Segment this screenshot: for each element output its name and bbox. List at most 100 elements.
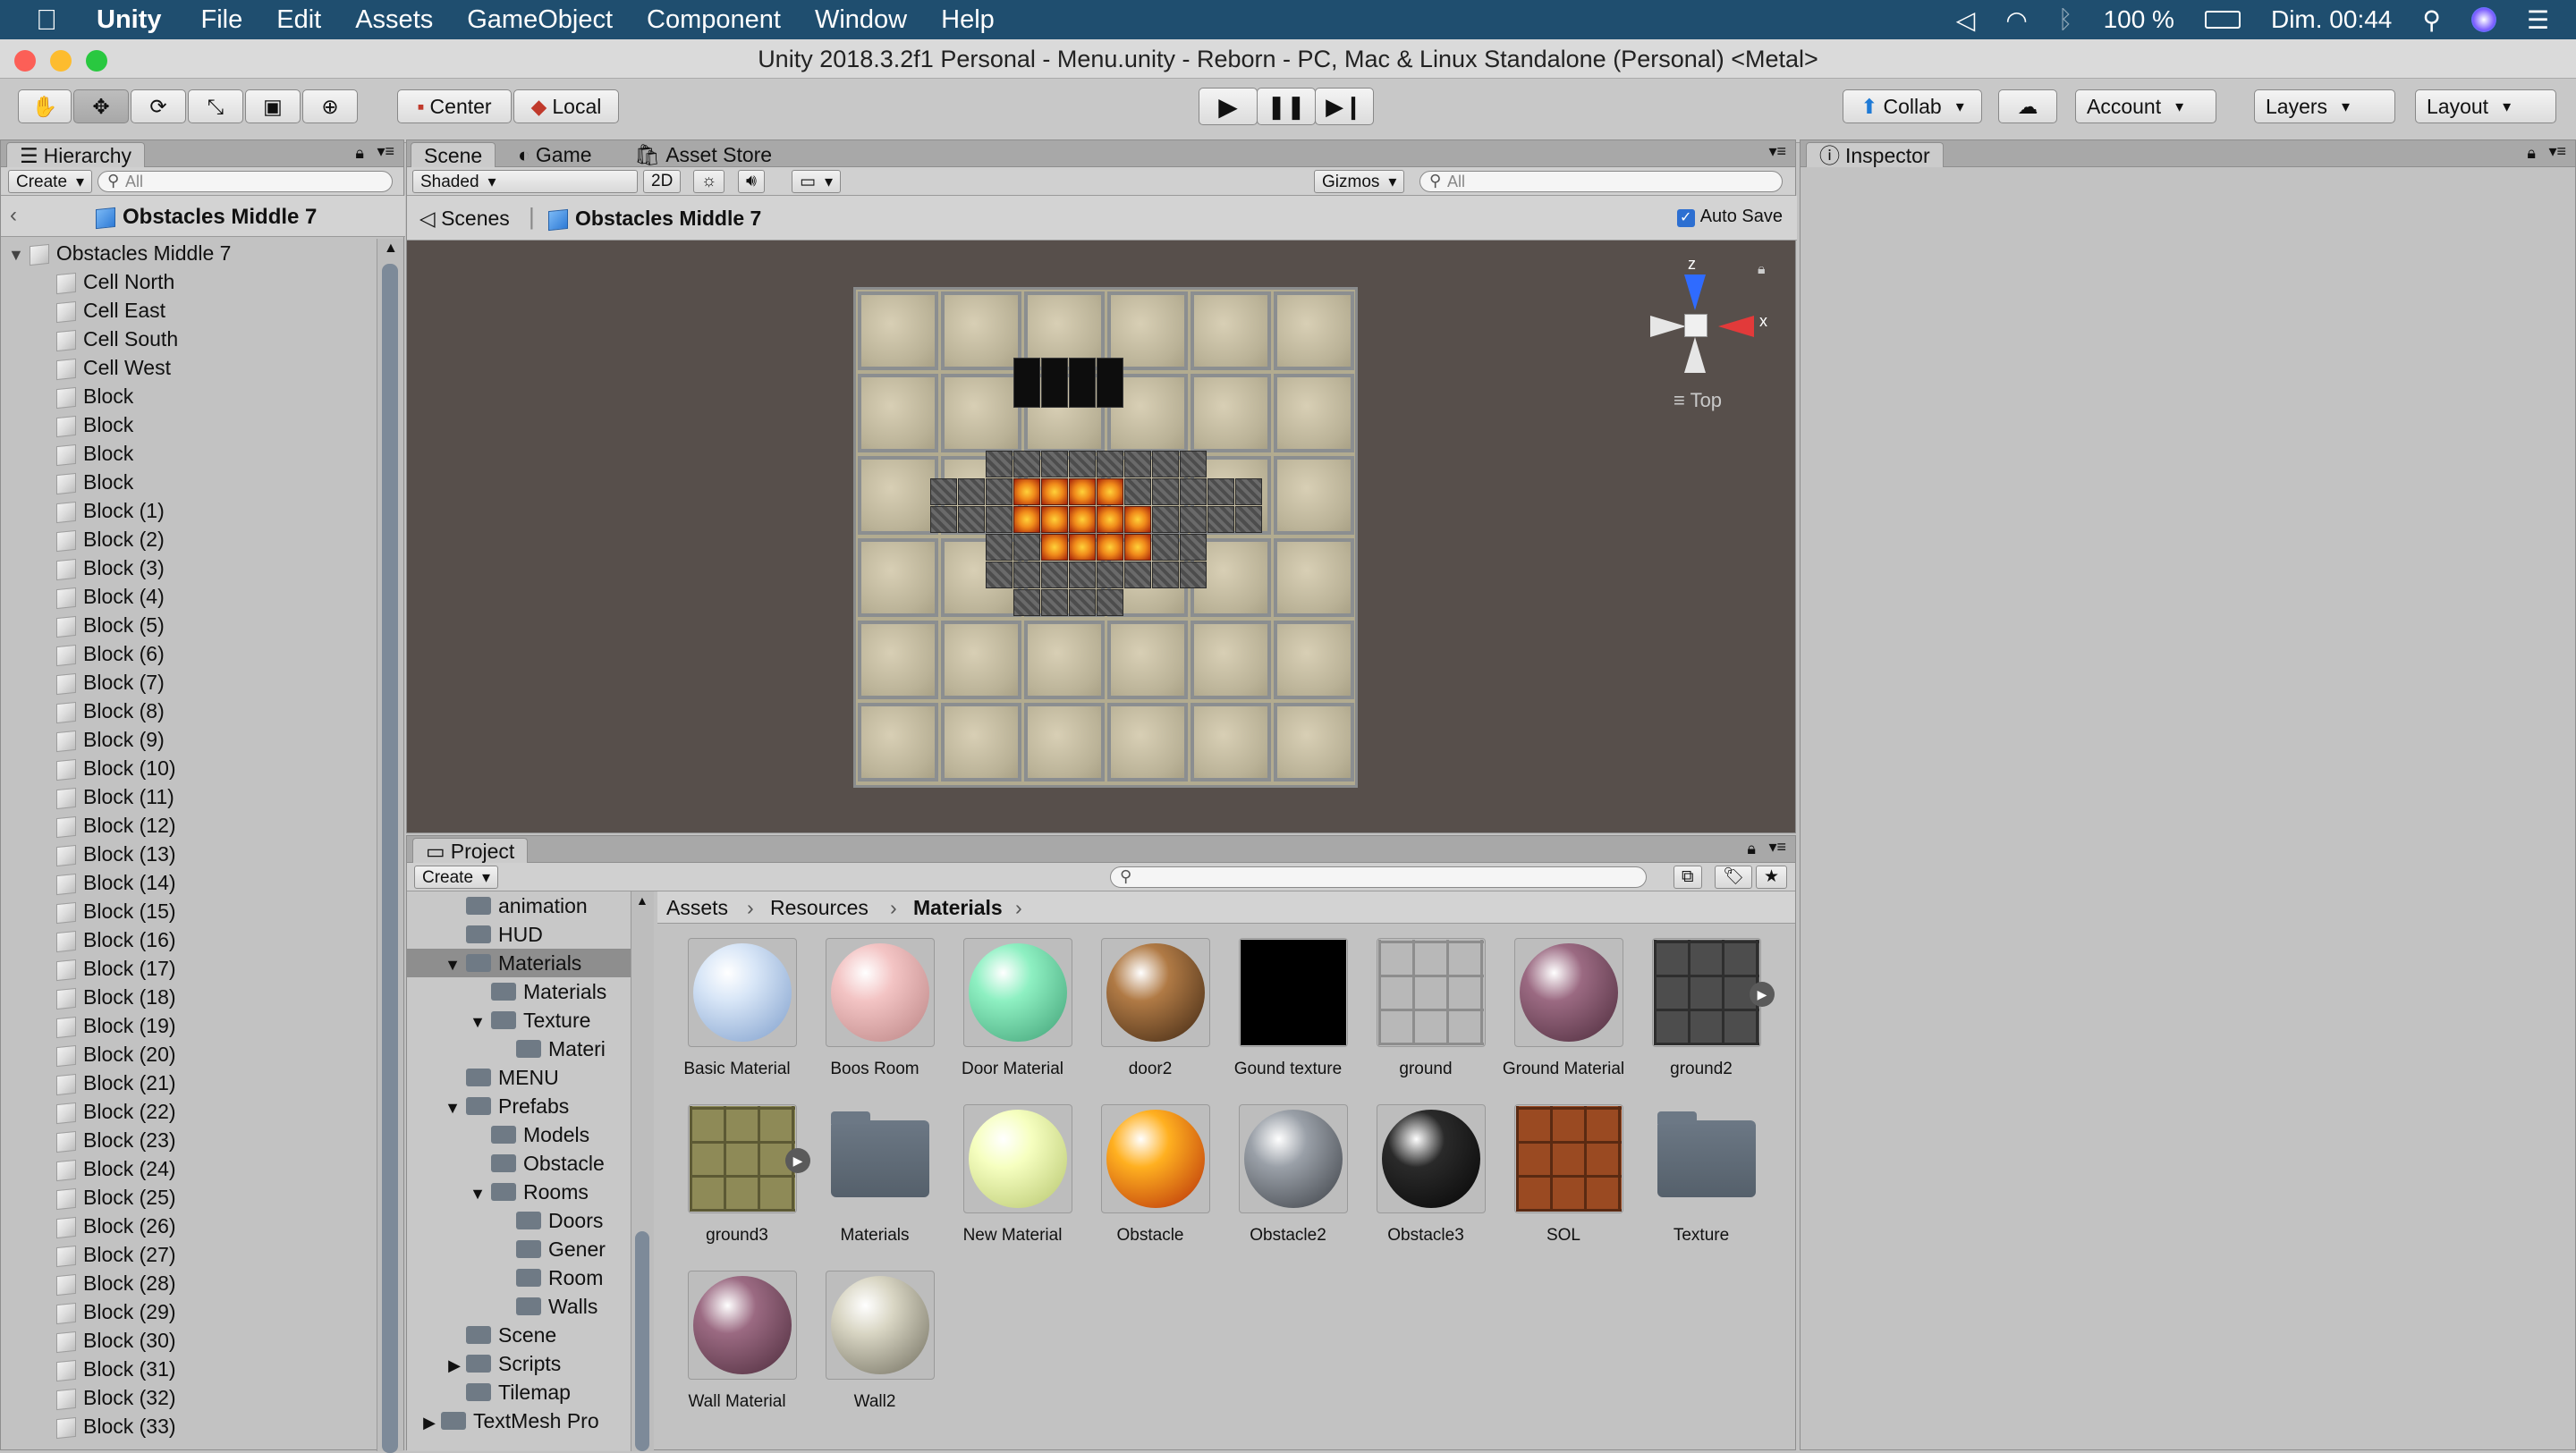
cloud-icon[interactable]: ☁ — [1998, 89, 2057, 123]
prefab-stage-breadcrumb[interactable]: Obstacles Middle 7 — [548, 207, 761, 232]
hierarchy-item[interactable]: Block (4) — [56, 582, 165, 611]
move-tool-icon[interactable]: ✥ — [73, 89, 129, 123]
stone-block[interactable] — [1041, 562, 1068, 588]
asset-material[interactable]: Boos Room — [802, 938, 936, 1090]
hierarchy-item[interactable]: Block (6) — [56, 639, 165, 668]
hierarchy-item[interactable]: Block (18) — [56, 983, 176, 1011]
stone-block[interactable] — [1152, 562, 1179, 588]
asset-material[interactable]: ▶ ground3 — [665, 1104, 810, 1256]
rect-tool-icon[interactable]: ▣ — [245, 89, 301, 123]
stone-block[interactable] — [1180, 506, 1207, 533]
stone-block[interactable] — [1041, 451, 1068, 477]
stone-block[interactable] — [930, 478, 957, 505]
stone-block[interactable] — [1013, 562, 1040, 588]
panel-menu-icon[interactable]: ▾≡ — [377, 142, 394, 161]
menu-file[interactable]: File — [201, 5, 243, 35]
pivot-center-button[interactable]: ▪ Center — [397, 89, 512, 123]
asset-folder[interactable]: Texture — [1629, 1104, 1763, 1256]
hierarchy-item[interactable]: Cell West — [56, 353, 171, 382]
stone-block[interactable] — [986, 451, 1013, 477]
asset-material[interactable]: Door Material — [940, 938, 1074, 1090]
battery-icon[interactable] — [2204, 11, 2241, 29]
layout-dropdown[interactable]: Layout — [2415, 89, 2556, 123]
stone-block[interactable] — [1180, 562, 1207, 588]
stone-block[interactable] — [1235, 478, 1262, 505]
gizmo-x-axis-icon[interactable] — [1718, 316, 1754, 337]
expand-arrow-icon[interactable]: ▼ — [407, 1094, 466, 1122]
stone-block[interactable] — [986, 562, 1013, 588]
lighting-icon[interactable]: ☼ — [693, 170, 725, 193]
panel-menu-icon[interactable]: ▾≡ — [1768, 142, 1786, 161]
asset-material[interactable]: Gound texture — [1216, 938, 1350, 1090]
stone-block[interactable] — [1124, 451, 1151, 477]
menu-help[interactable]: Help — [941, 5, 995, 35]
stone-block[interactable] — [1041, 589, 1068, 616]
lava-block[interactable] — [1124, 534, 1151, 561]
gizmo-neg-z-axis-icon[interactable] — [1684, 337, 1706, 373]
effects-icon[interactable]: ▭ — [792, 170, 841, 193]
hierarchy-create-button[interactable]: Create — [8, 170, 93, 193]
battery-text[interactable]: 100 % — [2104, 5, 2174, 34]
hierarchy-item[interactable]: Block (15) — [56, 897, 176, 925]
project-tree-item[interactable]: ▶ Scripts — [407, 1349, 631, 1378]
back-arrow-icon[interactable]: ‹ — [10, 203, 17, 228]
lava-block[interactable] — [1097, 478, 1123, 505]
prefab-breadcrumb[interactable]: Obstacles Middle 7 — [96, 205, 317, 230]
hierarchy-item[interactable]: Block (7) — [56, 668, 165, 697]
close-window-button[interactable] — [14, 50, 36, 72]
scene-viewport[interactable]: z x 🔒︎ ≡ Top — [407, 241, 1795, 832]
stone-block[interactable] — [1013, 534, 1040, 561]
gizmo-lock-icon[interactable]: 🔒︎ — [1758, 262, 1766, 278]
stone-block[interactable] — [1124, 562, 1151, 588]
layers-dropdown[interactable]: Layers — [2254, 89, 2395, 123]
scene-orientation-gizmo[interactable]: z x 🔒︎ ≡ Top — [1650, 255, 1775, 416]
project-tree-item[interactable]: MENU — [407, 1063, 631, 1092]
hierarchy-item[interactable]: Block (14) — [56, 868, 176, 897]
stone-block[interactable] — [1180, 478, 1207, 505]
hierarchy-item[interactable]: Block (12) — [56, 811, 176, 840]
scenes-breadcrumb[interactable]: ◁ Scenes — [419, 207, 510, 231]
stone-block[interactable] — [1152, 506, 1179, 533]
stone-block[interactable] — [1152, 478, 1179, 505]
dark-block[interactable] — [1013, 358, 1040, 408]
audio-icon[interactable]: 🔊︎ — [738, 170, 765, 193]
toggle-2d-button[interactable]: 2D — [643, 170, 682, 193]
tab-game[interactable]: ◐ Game — [505, 142, 605, 167]
minimize-window-button[interactable] — [50, 50, 72, 72]
apple-icon[interactable]:  — [36, 4, 79, 37]
hierarchy-item[interactable]: Cell South — [56, 325, 178, 353]
dark-block[interactable] — [1097, 358, 1123, 408]
lava-block[interactable] — [1097, 534, 1123, 561]
hierarchy-item[interactable]: Block (9) — [56, 725, 165, 754]
search-by-label-icon[interactable]: 🏷︎ — [1715, 866, 1753, 889]
dark-block[interactable] — [1041, 358, 1068, 408]
project-tree-item[interactable]: Scene — [407, 1321, 631, 1349]
stone-block[interactable] — [1097, 562, 1123, 588]
asset-material[interactable]: SOL — [1491, 1104, 1625, 1256]
tab-inspector[interactable]: ⓘ Inspector — [1806, 142, 1944, 167]
unity-status-icon[interactable]: ◁ — [1956, 5, 1976, 35]
checkbox-checked-icon[interactable]: ✓ — [1676, 209, 1695, 227]
hierarchy-item[interactable]: Block — [56, 382, 133, 410]
project-tree-item[interactable]: Room — [407, 1263, 631, 1292]
stone-block[interactable] — [958, 506, 985, 533]
asset-material[interactable]: Obstacle — [1078, 1104, 1212, 1256]
search-by-type-icon[interactable]: ⧉ — [1674, 866, 1702, 889]
project-tree-item[interactable]: Models — [407, 1120, 631, 1149]
rotate-tool-icon[interactable]: ⟳ — [131, 89, 186, 123]
expand-arrow-icon[interactable]: ▼ — [407, 950, 466, 979]
hierarchy-search-input[interactable]: All — [97, 171, 393, 192]
play-button[interactable]: ▶ — [1199, 88, 1258, 125]
stone-block[interactable] — [1208, 478, 1234, 505]
stone-block[interactable] — [986, 534, 1013, 561]
zoom-window-button[interactable] — [86, 50, 107, 72]
hierarchy-item[interactable]: Block (19) — [56, 1011, 176, 1040]
gizmo-z-axis-icon[interactable] — [1684, 275, 1706, 310]
hierarchy-root-row[interactable]: ▼ Obstacles Middle 7 — [8, 239, 231, 267]
autosave-toggle[interactable]: ✓ Auto Save — [1676, 207, 1783, 227]
hierarchy-scrollbar[interactable]: ▲ — [377, 239, 403, 1453]
project-tree-scrollbar[interactable]: ▲ — [631, 891, 654, 1451]
scene-search-input[interactable]: All — [1419, 171, 1783, 192]
room-floor[interactable] — [853, 287, 1358, 788]
dark-block[interactable] — [1069, 358, 1096, 408]
